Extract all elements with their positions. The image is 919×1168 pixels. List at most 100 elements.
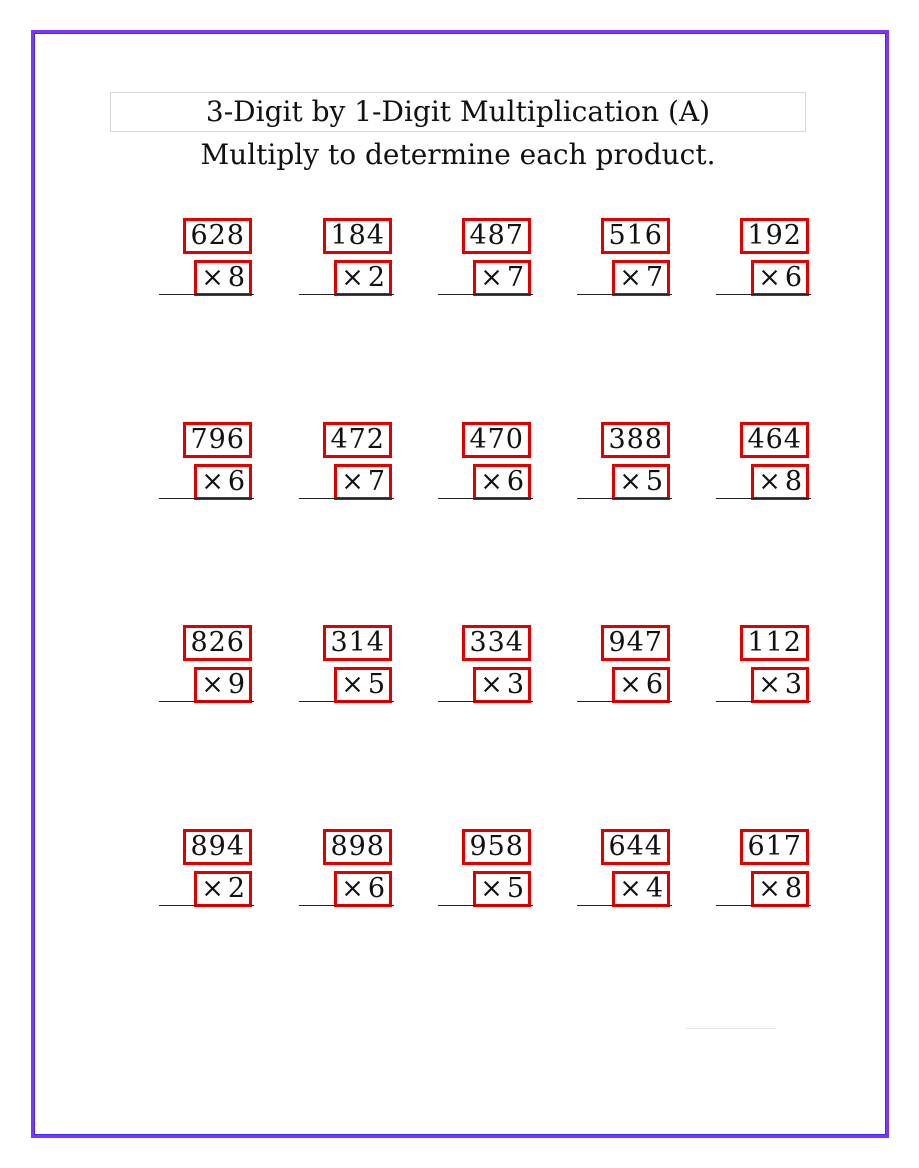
multiplicand: 947 bbox=[601, 625, 670, 661]
answer-line bbox=[299, 701, 394, 702]
multiplier-digit: 8 bbox=[227, 262, 245, 293]
multiplier: × 2 bbox=[194, 871, 252, 907]
multiplicand: 628 bbox=[183, 218, 252, 254]
multiplier-digit: 6 bbox=[784, 262, 802, 293]
multiplication-problem: 617 × 8 bbox=[716, 829, 811, 919]
times-sign: × bbox=[758, 669, 781, 700]
answer-line bbox=[577, 294, 672, 295]
times-sign: × bbox=[758, 466, 781, 497]
multiplication-problem: 472 × 7 bbox=[299, 422, 394, 512]
times-sign: × bbox=[201, 466, 224, 497]
worksheet-title: 3-Digit by 1-Digit Multiplication (A) bbox=[205, 95, 711, 128]
answer-line bbox=[438, 905, 533, 906]
multiplier-digit: 2 bbox=[227, 873, 245, 904]
multiplier-digit: 5 bbox=[367, 669, 385, 700]
multiplication-problem: 464 × 8 bbox=[716, 422, 811, 512]
multiplicand: 388 bbox=[601, 422, 670, 458]
multiplier: × 3 bbox=[473, 667, 531, 703]
multiplier: × 7 bbox=[334, 464, 392, 500]
answer-line bbox=[716, 294, 811, 295]
multiplier: × 8 bbox=[194, 260, 252, 296]
multiplicand: 516 bbox=[601, 218, 670, 254]
multiplier: × 7 bbox=[612, 260, 670, 296]
multiplication-problem: 388 × 5 bbox=[577, 422, 672, 512]
times-sign: × bbox=[619, 262, 642, 293]
multiplicand: 112 bbox=[740, 625, 809, 661]
multiplicand: 898 bbox=[323, 829, 392, 865]
times-sign: × bbox=[480, 262, 503, 293]
multiplicand: 644 bbox=[601, 829, 670, 865]
times-sign: × bbox=[480, 669, 503, 700]
multiplier: × 4 bbox=[612, 871, 670, 907]
answer-line bbox=[159, 905, 254, 906]
multiplier: × 8 bbox=[751, 871, 809, 907]
multiplier-digit: 7 bbox=[645, 262, 663, 293]
multiplier: × 3 bbox=[751, 667, 809, 703]
times-sign: × bbox=[619, 466, 642, 497]
multiplication-problem: 796 × 6 bbox=[159, 422, 254, 512]
multiplication-problem: 184 × 2 bbox=[299, 218, 394, 308]
answer-line bbox=[438, 498, 533, 499]
footer-divider bbox=[686, 1028, 776, 1029]
multiplier: × 6 bbox=[334, 871, 392, 907]
times-sign: × bbox=[619, 873, 642, 904]
multiplier: × 6 bbox=[751, 260, 809, 296]
times-sign: × bbox=[201, 669, 224, 700]
answer-line bbox=[159, 498, 254, 499]
multiplier: × 5 bbox=[612, 464, 670, 500]
worksheet-instructions: Multiply to determine each product. bbox=[200, 138, 716, 171]
multiplication-problem: 334 × 3 bbox=[438, 625, 533, 715]
times-sign: × bbox=[201, 262, 224, 293]
multiplication-problem: 826 × 9 bbox=[159, 625, 254, 715]
answer-line bbox=[299, 294, 394, 295]
multiplication-problem: 898 × 6 bbox=[299, 829, 394, 919]
answer-line bbox=[299, 905, 394, 906]
multiplier: × 8 bbox=[751, 464, 809, 500]
answer-line bbox=[577, 498, 672, 499]
answer-line bbox=[438, 701, 533, 702]
times-sign: × bbox=[758, 262, 781, 293]
multiplicand: 617 bbox=[740, 829, 809, 865]
multiplier: × 9 bbox=[194, 667, 252, 703]
multiplication-problem: 644 × 4 bbox=[577, 829, 672, 919]
answer-line bbox=[159, 701, 254, 702]
answer-line bbox=[159, 294, 254, 295]
multiplication-problem: 314 × 5 bbox=[299, 625, 394, 715]
answer-line bbox=[577, 905, 672, 906]
multiplier-digit: 6 bbox=[645, 669, 663, 700]
multiplier-digit: 7 bbox=[367, 466, 385, 497]
multiplier-digit: 6 bbox=[506, 466, 524, 497]
multiplier: × 7 bbox=[473, 260, 531, 296]
multiplier-digit: 8 bbox=[784, 873, 802, 904]
multiplier-digit: 6 bbox=[367, 873, 385, 904]
multiplier: × 6 bbox=[612, 667, 670, 703]
times-sign: × bbox=[480, 873, 503, 904]
multiplication-problem: 894 × 2 bbox=[159, 829, 254, 919]
multiplier: × 2 bbox=[334, 260, 392, 296]
multiplicand: 464 bbox=[740, 422, 809, 458]
answer-line bbox=[716, 905, 811, 906]
times-sign: × bbox=[480, 466, 503, 497]
multiplication-problem: 112 × 3 bbox=[716, 625, 811, 715]
times-sign: × bbox=[758, 873, 781, 904]
multiplier-digit: 5 bbox=[645, 466, 663, 497]
multiplier-digit: 3 bbox=[506, 669, 524, 700]
multiplication-problem: 487 × 7 bbox=[438, 218, 533, 308]
answer-line bbox=[577, 701, 672, 702]
multiplicand: 826 bbox=[183, 625, 252, 661]
multiplicand: 334 bbox=[462, 625, 531, 661]
times-sign: × bbox=[201, 873, 224, 904]
multiplicand: 192 bbox=[740, 218, 809, 254]
times-sign: × bbox=[341, 873, 364, 904]
multiplicand: 796 bbox=[183, 422, 252, 458]
answer-line bbox=[716, 498, 811, 499]
multiplier-digit: 5 bbox=[506, 873, 524, 904]
multiplier-digit: 4 bbox=[645, 873, 663, 904]
multiplication-problem: 958 × 5 bbox=[438, 829, 533, 919]
times-sign: × bbox=[341, 262, 364, 293]
times-sign: × bbox=[619, 669, 642, 700]
multiplier: × 6 bbox=[194, 464, 252, 500]
answer-line bbox=[716, 701, 811, 702]
multiplier-digit: 3 bbox=[784, 669, 802, 700]
multiplicand: 472 bbox=[323, 422, 392, 458]
